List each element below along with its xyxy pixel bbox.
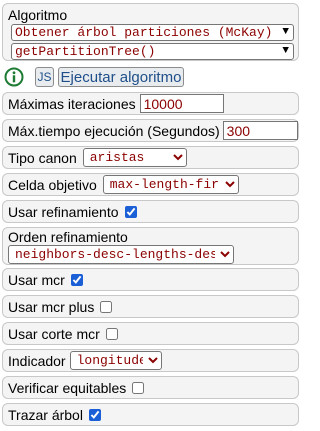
indicator-row: Indicador longitudes	[2, 349, 299, 372]
refinement-order-select[interactable]: neighbors-desc-lengths-desc	[8, 245, 234, 264]
max-time-input[interactable]	[222, 121, 298, 140]
target-cell-select[interactable]: max-length-first	[102, 175, 239, 194]
indicator-select[interactable]: longitudes	[69, 351, 162, 370]
use-refinement-label: Usar refinamiento	[8, 203, 119, 220]
use-cut-mcr-row: Usar corte mcr	[2, 322, 299, 345]
use-mcr-checkbox[interactable]	[70, 273, 83, 286]
target-cell-row: Celda objetivo max-length-first	[2, 173, 299, 196]
algorithm-label: Algoritmo	[8, 7, 68, 23]
refinement-order-row: Orden refinamiento neighbors-desc-length…	[2, 227, 299, 265]
toolbar: JS Ejecutar algoritmo	[4, 66, 184, 88]
algorithm-select-value: Obtener árbol particiones (McKay)	[15, 25, 273, 40]
max-iterations-input[interactable]	[139, 94, 224, 113]
max-iterations-row: Máximas iteraciones	[2, 92, 299, 115]
canon-type-row: Tipo canon aristas	[2, 146, 299, 169]
refinement-order-label: Orden refinamiento	[8, 229, 128, 245]
function-select-value: getPartitionTree()	[15, 44, 156, 59]
target-cell-label: Celda objetivo	[8, 176, 97, 193]
function-select[interactable]: getPartitionTree() ▼	[11, 43, 294, 60]
use-refinement-checkbox[interactable]	[124, 205, 137, 218]
canon-type-label: Tipo canon	[8, 149, 77, 166]
chevron-down-icon: ▼	[282, 26, 289, 38]
algorithm-select[interactable]: Obtener árbol particiones (McKay) ▼	[11, 24, 294, 41]
run-algorithm-button[interactable]: Ejecutar algoritmo	[58, 67, 184, 87]
use-mcr-plus-label: Usar mcr plus	[8, 298, 95, 315]
use-mcr-label: Usar mcr	[8, 271, 65, 288]
canon-type-select[interactable]: aristas	[82, 148, 187, 167]
draw-tree-checkbox[interactable]	[88, 408, 101, 421]
use-refinement-row: Usar refinamiento	[2, 200, 299, 223]
use-mcr-plus-row: Usar mcr plus	[2, 295, 299, 318]
use-mcr-plus-checkbox[interactable]	[100, 300, 113, 313]
use-cut-mcr-checkbox[interactable]	[105, 327, 118, 340]
max-time-row: Máx.tiempo ejecución (Segundos)	[2, 119, 299, 142]
check-equitable-checkbox[interactable]	[132, 381, 145, 394]
check-equitable-label: Verificar equitables	[8, 379, 127, 396]
use-cut-mcr-label: Usar corte mcr	[8, 325, 100, 342]
use-mcr-row: Usar mcr	[2, 268, 299, 291]
check-equitable-row: Verificar equitables	[2, 376, 299, 399]
draw-tree-row: Trazar árbol	[2, 403, 299, 426]
js-button[interactable]: JS	[35, 67, 54, 87]
chevron-down-icon: ▼	[282, 45, 289, 57]
max-iterations-label: Máximas iteraciones	[8, 95, 136, 112]
algorithm-panel: Algoritmo Obtener árbol particiones (McK…	[2, 3, 299, 61]
max-time-label: Máx.tiempo ejecución (Segundos)	[8, 122, 220, 139]
draw-tree-label: Trazar árbol	[8, 406, 83, 423]
indicator-label: Indicador	[8, 352, 66, 369]
info-circle-icon[interactable]	[4, 67, 24, 87]
